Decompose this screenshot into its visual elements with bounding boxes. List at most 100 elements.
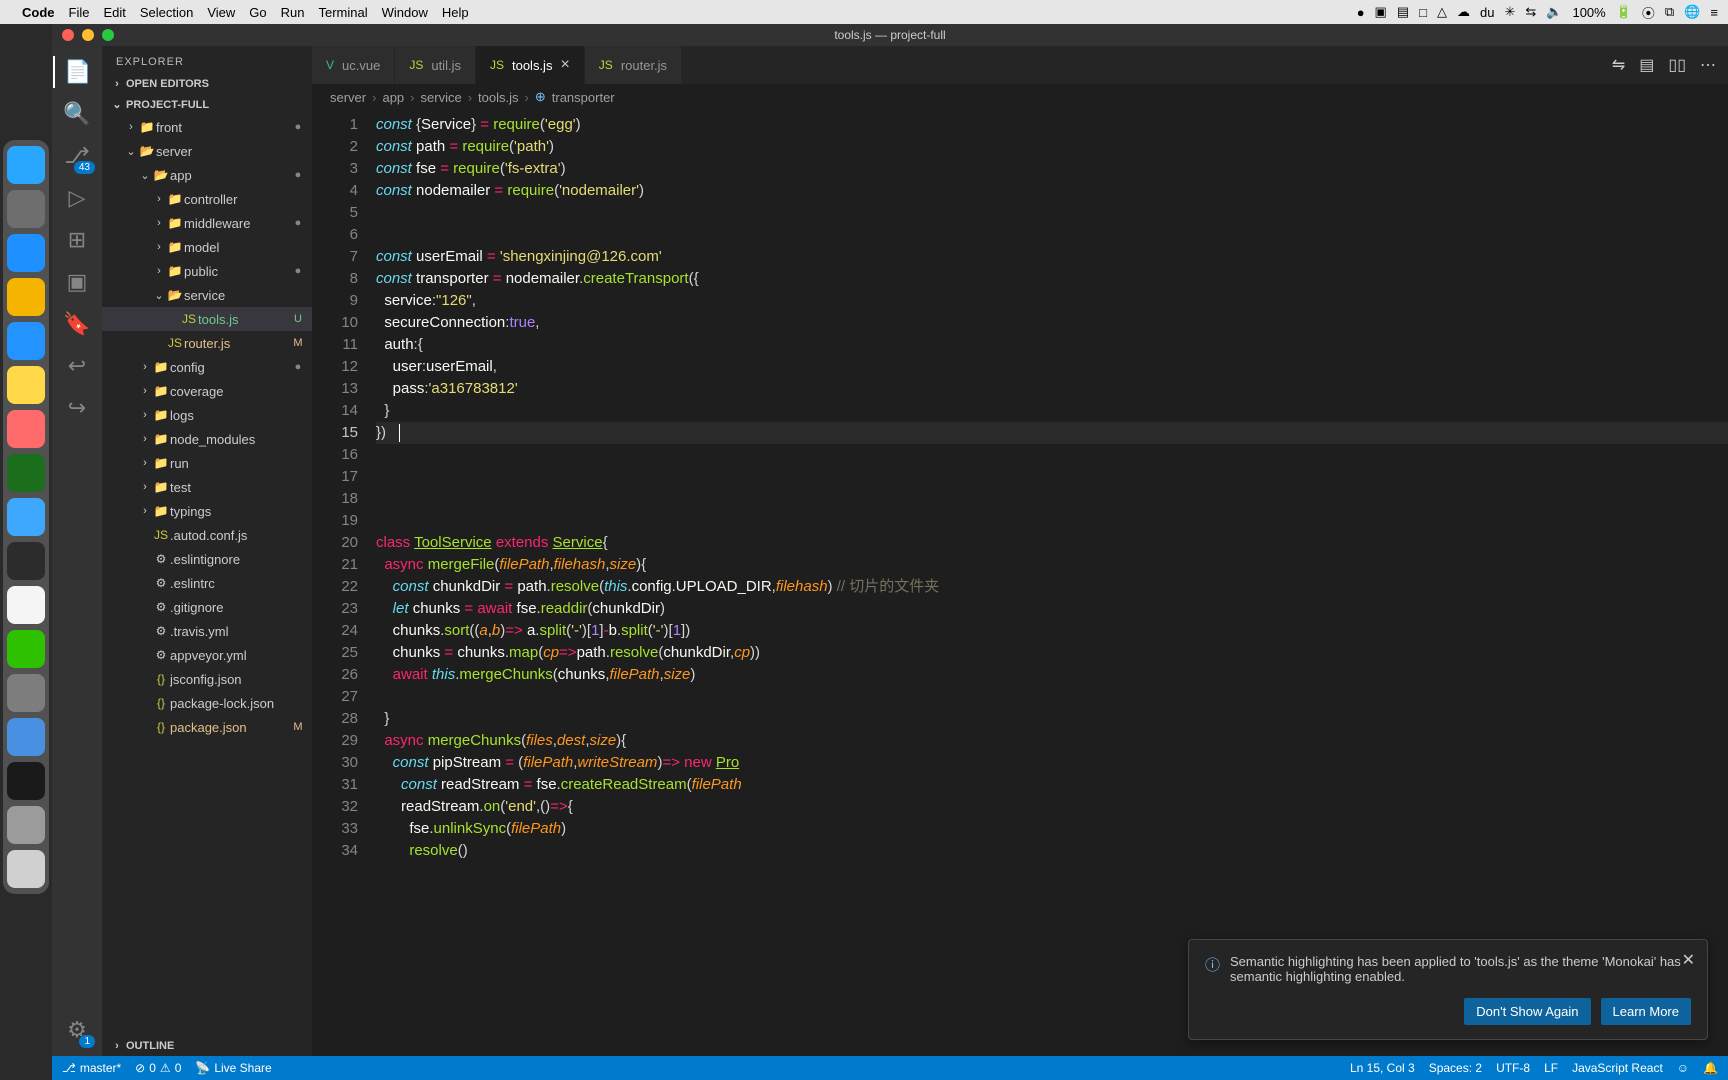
code-line[interactable]: secureConnection:true,: [376, 312, 1728, 334]
activity-run-debug[interactable]: ▷: [61, 182, 93, 214]
statusmenu-14[interactable]: 🌐: [1684, 4, 1700, 20]
folder-config[interactable]: ›📁config●: [102, 355, 312, 379]
notifications-icon[interactable]: 🔔: [1703, 1061, 1718, 1075]
dock-trash[interactable]: [7, 850, 45, 888]
code-line[interactable]: const nodemailer = require('nodemailer'): [376, 180, 1728, 202]
open-editors-section[interactable]: › OPEN EDITORS: [102, 74, 312, 94]
activity-remote[interactable]: ▣: [61, 266, 93, 298]
dock-notes[interactable]: [7, 366, 45, 404]
code-line[interactable]: }: [376, 708, 1728, 730]
statusmenu-2[interactable]: ▤: [1397, 4, 1409, 20]
statusmenu-13[interactable]: ⧉: [1665, 4, 1674, 20]
dont-show-again-button[interactable]: Don't Show Again: [1464, 998, 1590, 1025]
breadcrumb-segment[interactable]: server: [330, 90, 366, 105]
file-.eslintignore[interactable]: ⚙.eslintignore: [102, 547, 312, 571]
close-window-icon[interactable]: [62, 29, 74, 41]
dock-iina[interactable]: [7, 762, 45, 800]
code-line[interactable]: [376, 202, 1728, 224]
code-line[interactable]: const chunkdDir = path.resolve(this.conf…: [376, 576, 1728, 598]
folder-service[interactable]: ⌄📂service: [102, 283, 312, 307]
dock-text[interactable]: [7, 586, 45, 624]
close-tab-icon[interactable]: ×: [560, 56, 569, 74]
live-share[interactable]: 📡 Live Share: [195, 1061, 271, 1075]
folder-front[interactable]: ›📁front●: [102, 115, 312, 139]
file-.travis.yml[interactable]: ⚙.travis.yml: [102, 619, 312, 643]
minimize-window-icon[interactable]: [82, 29, 94, 41]
dock-wechat[interactable]: [7, 630, 45, 668]
menu-terminal[interactable]: Terminal: [319, 5, 368, 20]
dock-safari[interactable]: [7, 234, 45, 272]
folder-controller[interactable]: ›📁controller: [102, 187, 312, 211]
code-line[interactable]: [376, 466, 1728, 488]
close-icon[interactable]: ✕: [1682, 950, 1695, 970]
code-line[interactable]: [376, 686, 1728, 708]
tab-router.js[interactable]: JSrouter.js: [585, 46, 682, 84]
code-line[interactable]: user:userEmail,: [376, 356, 1728, 378]
code-line[interactable]: [376, 510, 1728, 532]
encoding[interactable]: UTF-8: [1496, 1061, 1530, 1075]
code-content[interactable]: const {Service} = require('egg')const pa…: [376, 110, 1728, 1056]
tab-action-3[interactable]: ⋯: [1700, 55, 1716, 75]
statusmenu-15[interactable]: ≡: [1710, 5, 1718, 20]
file-jsconfig.json[interactable]: {}jsconfig.json: [102, 667, 312, 691]
code-line[interactable]: [376, 444, 1728, 466]
dock-terminal[interactable]: [7, 454, 45, 492]
menu-file[interactable]: File: [69, 5, 90, 20]
eol[interactable]: LF: [1544, 1061, 1558, 1075]
statusmenu-6[interactable]: du: [1480, 5, 1494, 20]
file-router.js[interactable]: JSrouter.jsM: [102, 331, 312, 355]
menu-go[interactable]: Go: [249, 5, 266, 20]
folder-test[interactable]: ›📁test: [102, 475, 312, 499]
activity-explorer[interactable]: 📄: [53, 56, 101, 88]
code-line[interactable]: const path = require('path'): [376, 136, 1728, 158]
statusmenu-11[interactable]: 🔋: [1616, 4, 1632, 20]
project-section[interactable]: ⌄ PROJECT-FULL: [102, 94, 312, 115]
learn-more-button[interactable]: Learn More: [1601, 998, 1691, 1025]
outline-section[interactable]: › OUTLINE: [102, 1036, 312, 1056]
zoom-window-icon[interactable]: [102, 29, 114, 41]
code-line[interactable]: async mergeChunks(files,dest,size){: [376, 730, 1728, 752]
breadcrumb-segment[interactable]: transporter: [552, 90, 615, 105]
statusmenu-8[interactable]: ⇆: [1525, 4, 1536, 20]
activity-back[interactable]: ↩: [61, 350, 93, 382]
menu-view[interactable]: View: [207, 5, 235, 20]
activity-search[interactable]: 🔍: [61, 98, 93, 130]
folder-node_modules[interactable]: ›📁node_modules: [102, 427, 312, 451]
dock-settings[interactable]: [7, 674, 45, 712]
app-name[interactable]: Code: [22, 5, 55, 20]
cursor-position[interactable]: Ln 15, Col 3: [1350, 1061, 1415, 1075]
code-line[interactable]: readStream.on('end',()=>{: [376, 796, 1728, 818]
code-line[interactable]: const {Service} = require('egg'): [376, 114, 1728, 136]
file-.eslintrc[interactable]: ⚙.eslintrc: [102, 571, 312, 595]
dock-app1[interactable]: [7, 718, 45, 756]
menu-help[interactable]: Help: [442, 5, 469, 20]
file-tools.js[interactable]: JStools.jsU: [102, 307, 312, 331]
tab-uc.vue[interactable]: Vuc.vue: [312, 46, 395, 84]
folder-model[interactable]: ›📁model: [102, 235, 312, 259]
statusmenu-7[interactable]: ✳: [1504, 4, 1515, 20]
breadcrumb-segment[interactable]: app: [382, 90, 404, 105]
file-appveyor.yml[interactable]: ⚙appveyor.yml: [102, 643, 312, 667]
tab-action-0[interactable]: ⇋: [1612, 55, 1625, 75]
folder-logs[interactable]: ›📁logs: [102, 403, 312, 427]
code-line[interactable]: await this.mergeChunks(chunks,filePath,s…: [376, 664, 1728, 686]
menu-selection[interactable]: Selection: [140, 5, 193, 20]
tab-action-1[interactable]: ▤: [1639, 55, 1654, 75]
tab-action-2[interactable]: ▯▯: [1668, 55, 1686, 75]
code-line[interactable]: resolve(): [376, 840, 1728, 862]
statusmenu-12[interactable]: ⦿: [1642, 3, 1655, 22]
statusmenu-1[interactable]: ▣: [1375, 4, 1387, 20]
folder-run[interactable]: ›📁run: [102, 451, 312, 475]
feedback-icon[interactable]: ☺: [1677, 1061, 1689, 1075]
folder-app[interactable]: ⌄📂app●: [102, 163, 312, 187]
code-line[interactable]: }: [376, 400, 1728, 422]
statusmenu-9[interactable]: 🔈: [1546, 4, 1562, 20]
dock-finder[interactable]: [7, 146, 45, 184]
tab-util.js[interactable]: JSutil.js: [395, 46, 476, 84]
dock-folder[interactable]: [7, 806, 45, 844]
statusmenu-battery[interactable]: 100%: [1572, 5, 1605, 20]
code-line[interactable]: service:"126",: [376, 290, 1728, 312]
dock-photos[interactable]: [7, 410, 45, 448]
tab-tools.js[interactable]: JStools.js×: [476, 46, 585, 84]
file-package.json[interactable]: {}package.jsonM: [102, 715, 312, 739]
